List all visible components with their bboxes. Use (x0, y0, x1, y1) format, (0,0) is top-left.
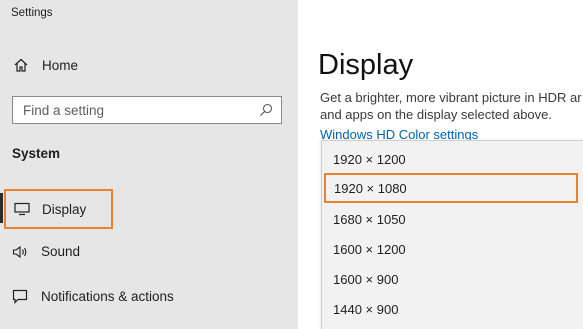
notifications-icon (12, 289, 28, 304)
sidebar-item-home[interactable]: Home (13, 57, 78, 73)
window-title: Settings (11, 7, 53, 19)
resolution-dropdown[interactable]: 1920 × 1200 1920 × 1080 1680 × 1050 1600… (321, 140, 583, 329)
sidebar-item-label: Notifications & actions (41, 289, 174, 304)
resolution-option[interactable]: 1680 × 1050 (322, 204, 583, 234)
resolution-option[interactable]: 1920 × 1200 (322, 144, 583, 174)
search-icon[interactable] (259, 103, 273, 117)
page-title: Display (318, 49, 414, 81)
active-indicator (0, 193, 3, 223)
resolution-option-selected[interactable]: 1920 × 1080 (324, 173, 578, 203)
resolution-option[interactable]: 1600 × 900 (322, 264, 583, 294)
sidebar-item-notifications[interactable]: Notifications & actions (12, 289, 174, 304)
speaker-icon (12, 245, 28, 259)
home-icon (13, 57, 29, 73)
resolution-option[interactable]: 1440 × 900 (322, 294, 583, 324)
sidebar-item-sound[interactable]: Sound (12, 244, 80, 259)
sidebar: Settings Home Find a setting System Disp… (0, 0, 298, 329)
sidebar-item-display[interactable]: Display (4, 189, 113, 229)
search-input[interactable]: Find a setting (12, 96, 282, 124)
resolution-option[interactable]: 1600 × 1200 (322, 234, 583, 264)
sidebar-item-label: Home (42, 57, 79, 73)
section-heading: System (12, 146, 61, 161)
sidebar-item-label: Display (42, 201, 87, 217)
sidebar-item-label: Sound (41, 244, 81, 259)
monitor-icon (14, 202, 30, 216)
page-description: Get a brighter, more vibrant picture in … (320, 90, 582, 122)
search-placeholder: Find a setting (23, 102, 105, 118)
